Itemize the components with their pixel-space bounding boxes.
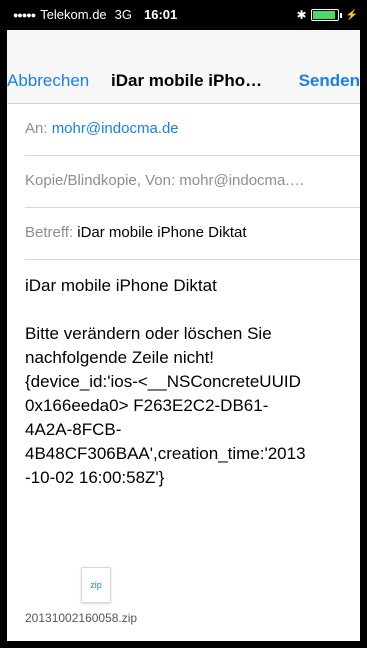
send-button[interactable]: Senden — [299, 71, 360, 91]
cc-label: Kopie/Blindkopie, Von: — [25, 172, 176, 189]
clock: 16:01 — [144, 7, 178, 22]
battery-icon — [310, 9, 339, 21]
body-first-line: iDar mobile iPhone Diktat — [25, 276, 217, 295]
from-address[interactable]: mohr@indocma.… — [179, 172, 304, 189]
to-label: An: — [25, 120, 48, 137]
message-body[interactable]: iDar mobile iPhone Diktat Bitte veränder… — [25, 274, 355, 490]
battery-tip — [339, 12, 342, 18]
body-instruction-text: Bitte verändern oder löschen Sie nachfol… — [25, 324, 272, 367]
navigation-bar: Abbrechen iDar mobile iPho… Senden — [7, 30, 360, 104]
zip-file-icon[interactable]: zip — [81, 567, 111, 603]
subject-label: Betreff: — [25, 224, 74, 241]
cc-bcc-from-field[interactable]: Kopie/Blindkopie, Von: mohr@indocma.… — [25, 156, 360, 208]
carrier-name: Telekom.de — [40, 7, 107, 22]
mail-compose-screen: ●●●●● Telekom.de 3G 16:01 ✱ ⚡ Abbrechen … — [0, 0, 367, 648]
subject-field[interactable]: Betreff: iDar mobile iPhone Diktat — [25, 208, 360, 260]
signal-strength-icon: ●●●●● — [13, 9, 36, 20]
to-recipient[interactable]: mohr@indocma.de — [52, 120, 179, 137]
zip-icon-label: zip — [90, 580, 102, 590]
status-bar: ●●●●● Telekom.de 3G 16:01 ✱ ⚡ — [7, 0, 360, 30]
attachment-filename: 20131002160058.zip — [25, 611, 138, 625]
body-instructions: Bitte verändern oder löschen Sie nachfol… — [25, 322, 355, 490]
bluetooth-icon: ✱ — [296, 8, 307, 22]
charging-icon: ⚡ — [345, 9, 358, 21]
cancel-button[interactable]: Abbrechen — [7, 71, 89, 91]
compose-title: iDar mobile iPho… — [111, 71, 263, 90]
device-info-line: {device_id:'ios-<__NSConcreteUUID 0x166e… — [25, 372, 306, 487]
subject-input[interactable]: iDar mobile iPhone Diktat — [77, 224, 246, 241]
to-field[interactable]: An: mohr@indocma.de — [25, 104, 360, 156]
attachment[interactable]: zip 20131002160058.zip — [25, 567, 185, 625]
network-type: 3G — [114, 7, 133, 22]
